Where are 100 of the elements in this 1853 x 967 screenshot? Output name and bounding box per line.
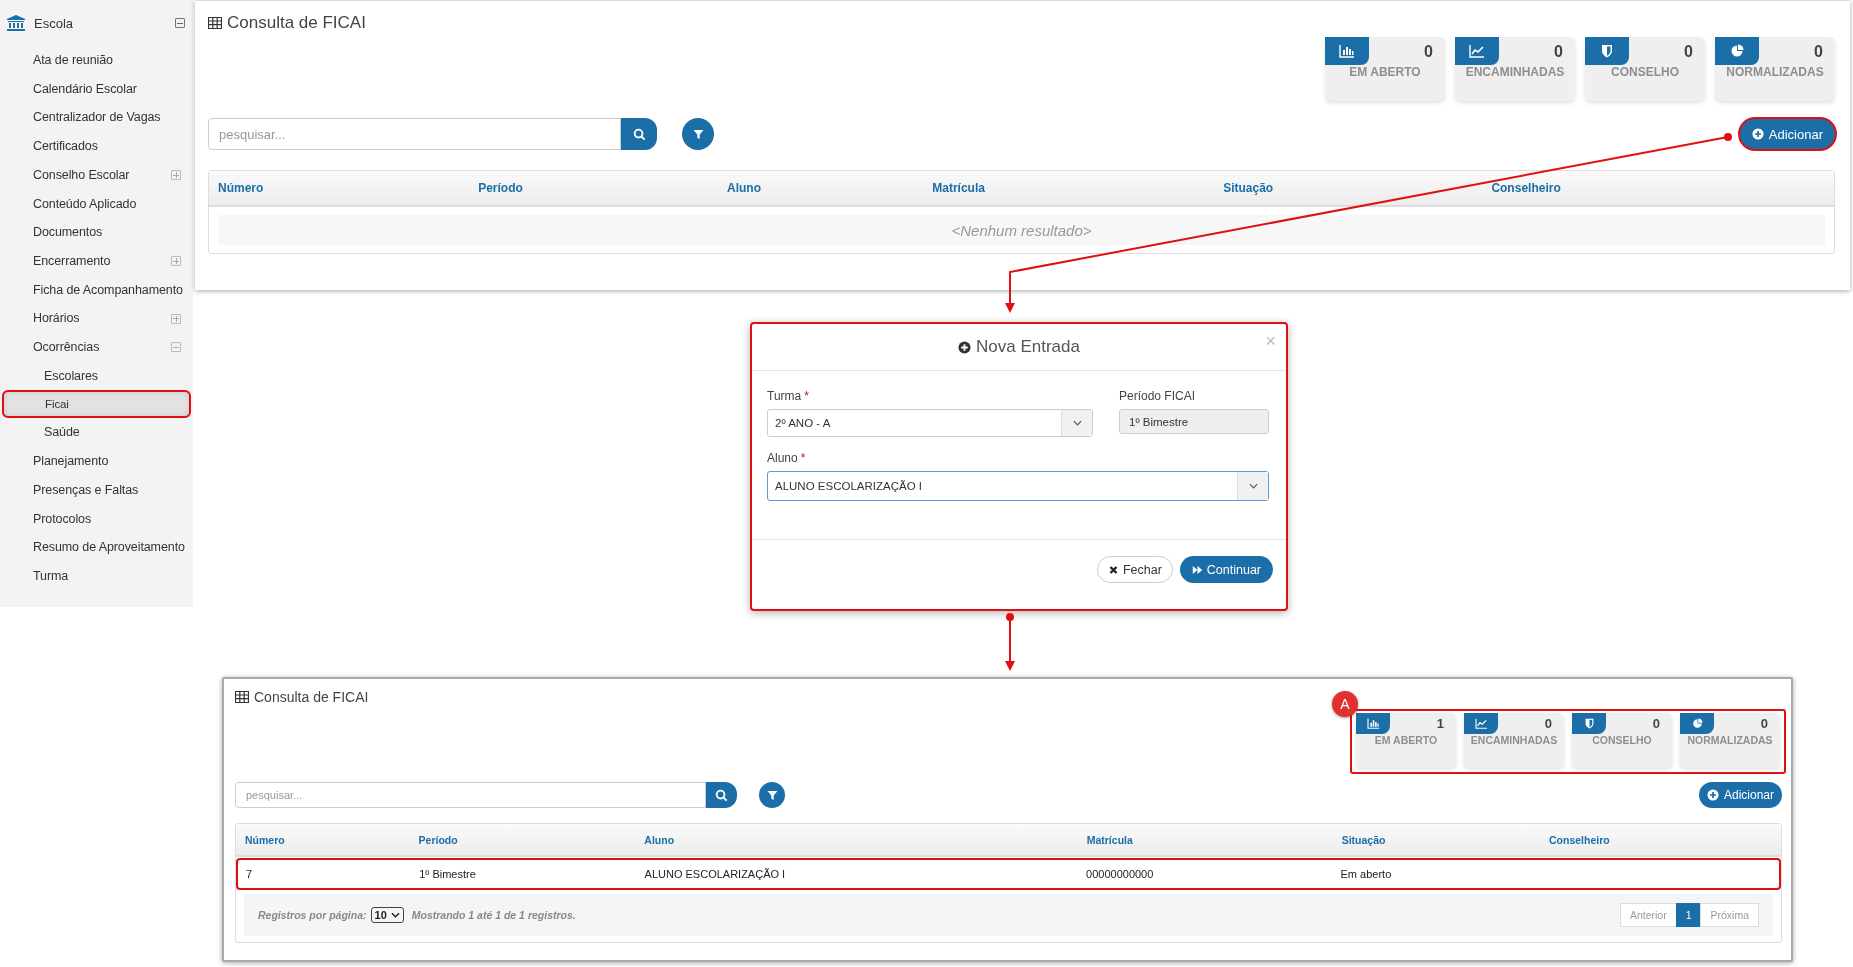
stat-count: 0: [1554, 43, 1563, 61]
per-page-label: Registros por página:: [258, 909, 367, 921]
sidebar-item[interactable]: Turma: [0, 561, 193, 591]
line-chart-icon: [1464, 713, 1498, 734]
bank-icon: [7, 15, 25, 31]
sidebar-title[interactable]: Escola: [34, 15, 175, 31]
search-button[interactable]: [706, 782, 737, 808]
stat-label: NORMALIZADAS: [1725, 65, 1825, 79]
sidebar-item[interactable]: Ata de reunião: [0, 46, 193, 75]
plus-circle-icon: [1706, 789, 1719, 801]
dialog-title: Nova Entrada: [976, 337, 1080, 357]
expand-toggle-icon[interactable]: [171, 342, 181, 353]
pie-chart-icon: [1715, 37, 1759, 65]
stat-card[interactable]: 0 EM ABERTO: [1325, 37, 1445, 101]
sidebar-item[interactable]: Planejamento: [0, 447, 193, 476]
column-header[interactable]: Situação: [1341, 833, 1550, 846]
stat-card[interactable]: 0 ENCAMINHADAS: [1464, 713, 1564, 768]
shield-icon: [1585, 37, 1629, 65]
column-header[interactable]: Conselheiro: [1491, 181, 1834, 195]
table-row[interactable]: 7 1º Bimestre ALUNO ESCOLARIZAÇÃO I 00000000000 Em aberto: [236, 858, 1781, 890]
close-dialog-button[interactable]: Fechar: [1096, 556, 1173, 583]
sidebar-item[interactable]: Centralizador de Vagas: [0, 103, 193, 133]
column-header[interactable]: Matrícula: [932, 181, 1224, 195]
plus-circle-icon: [1751, 128, 1764, 140]
select-field[interactable]: 2º ANO - A: [767, 409, 1093, 437]
stat-card[interactable]: 0 NORMALIZADAS: [1680, 713, 1780, 768]
column-header[interactable]: Matrícula: [1086, 833, 1342, 846]
plus-circle-icon: [958, 340, 971, 354]
sidebar-item[interactable]: Conselho Escolar: [0, 160, 169, 190]
stat-label: ENCAMINHADAS: [1469, 734, 1559, 746]
stat-card[interactable]: 0 ENCAMINHADAS: [1455, 37, 1575, 101]
stat-label: EM ABERTO: [1348, 65, 1422, 79]
stat-card[interactable]: 1 EM ABERTO: [1356, 713, 1456, 768]
stat-label: CONSELHO: [1591, 734, 1653, 746]
column-header[interactable]: Situação: [1223, 181, 1492, 195]
expand-toggle-icon[interactable]: [171, 313, 181, 324]
chevron-down-icon: [1237, 472, 1268, 500]
close-icon: [1107, 564, 1119, 575]
sidebar-item[interactable]: Documentos: [0, 218, 193, 247]
sidebar-item[interactable]: Calendário Escolar: [0, 74, 193, 104]
add-button[interactable]: Adicionar: [1739, 119, 1835, 149]
search-field[interactable]: pesquisar...: [208, 118, 621, 150]
expand-toggle-icon[interactable]: [171, 170, 181, 181]
table-icon: [235, 691, 249, 703]
continue-button[interactable]: Continuar: [1179, 556, 1273, 583]
line-chart-icon: [1455, 37, 1499, 65]
collapse-toggle-icon[interactable]: [175, 18, 185, 28]
sidebar-item[interactable]: Ficai: [2, 390, 191, 419]
required-mark: *: [804, 389, 809, 403]
bar-chart-icon: [1356, 713, 1390, 734]
annotation-arrow: [1005, 613, 1015, 671]
column-header[interactable]: Conselheiro: [1549, 833, 1781, 846]
sidebar-item[interactable]: Saúde: [0, 418, 193, 448]
add-button[interactable]: Adicionar: [1698, 782, 1782, 808]
sidebar-item[interactable]: Horários: [0, 304, 169, 334]
filter-button[interactable]: [682, 118, 714, 150]
pie-chart-icon: [1680, 713, 1714, 734]
stat-label: NORMALIZADAS: [1686, 734, 1774, 746]
table-cell-text: Em aberto: [1340, 868, 1393, 880]
expand-toggle-icon[interactable]: [171, 256, 181, 267]
stat-card[interactable]: 0 NORMALIZADAS: [1715, 37, 1835, 101]
sidebar-item[interactable]: Protocolos: [0, 504, 193, 534]
sidebar-item[interactable]: Escolares: [0, 361, 193, 391]
filter-button[interactable]: [759, 782, 785, 808]
table-cell-text: 00000000000: [1086, 868, 1155, 880]
per-page-select[interactable]: 10: [370, 907, 404, 923]
column-header[interactable]: Número: [245, 833, 419, 846]
sidebar-item[interactable]: Ocorrências: [0, 333, 169, 362]
select-field[interactable]: ALUNO ESCOLARIZAÇÃO I: [767, 471, 1269, 501]
stat-label: ENCAMINHADAS: [1464, 65, 1566, 79]
sidebar-item[interactable]: Ficha de Acompanhamento: [0, 275, 193, 305]
column-header[interactable]: Período: [418, 833, 645, 846]
sidebar-item[interactable]: Encerramento: [0, 246, 169, 276]
sidebar-item[interactable]: Presenças e Faltas: [0, 475, 193, 505]
stat-count: 1: [1436, 716, 1444, 731]
search-icon: [632, 127, 646, 141]
column-header[interactable]: Aluno: [727, 181, 933, 195]
table-icon: [208, 17, 222, 29]
stat-count: 0: [1760, 716, 1768, 731]
column-header[interactable]: Período: [478, 181, 728, 195]
sidebar-item[interactable]: Resumo de Aproveitamento: [0, 533, 193, 562]
required-mark: *: [800, 451, 806, 465]
field-label: Período FICAI: [1119, 389, 1196, 403]
column-header[interactable]: Número: [218, 181, 479, 195]
table-cell-text: 1º Bimestre: [419, 868, 477, 880]
search-icon: [715, 788, 728, 802]
stat-count: 0: [1544, 716, 1552, 731]
panel-title: Consulta de FICAI: [254, 689, 369, 705]
sidebar-item[interactable]: Certificados: [0, 132, 193, 161]
stat-count: 0: [1814, 43, 1823, 61]
stat-card[interactable]: 0 CONSELHO: [1585, 37, 1705, 101]
sidebar-item[interactable]: Conteúdo Aplicado: [0, 189, 193, 219]
stat-card[interactable]: 0 CONSELHO: [1572, 713, 1672, 768]
search-button[interactable]: [621, 118, 657, 150]
filter-icon: [766, 789, 778, 801]
chevron-down-icon: [1061, 410, 1092, 436]
search-field[interactable]: pesquisar...: [235, 782, 706, 808]
chevron-down-icon: [390, 912, 400, 918]
column-header[interactable]: Aluno: [644, 833, 1087, 846]
pagination-button[interactable]: 1: [1675, 903, 1702, 927]
